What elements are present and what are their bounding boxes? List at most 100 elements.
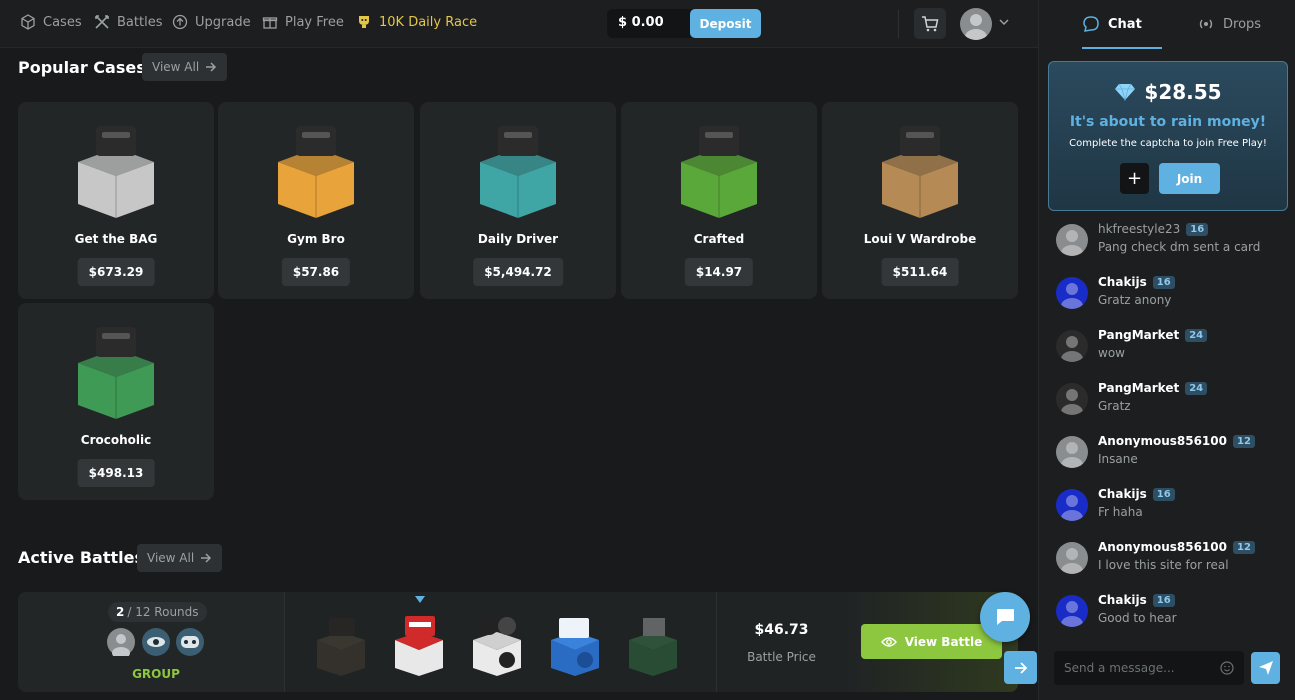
- case-card[interactable]: Crocoholic $498.13: [18, 303, 214, 500]
- user-silhouette-icon: [1061, 336, 1083, 362]
- case-price[interactable]: $511.64: [881, 258, 959, 286]
- case-card[interactable]: Loui V Wardrobe $511.64: [822, 102, 1018, 299]
- nav-cases-label: Cases: [43, 14, 82, 30]
- tab-drops[interactable]: Drops: [1197, 15, 1261, 33]
- case-card[interactable]: Get the BAG $673.29: [18, 102, 214, 299]
- chat-username[interactable]: Chakijs 16: [1098, 487, 1175, 501]
- player-avatar[interactable]: [142, 628, 170, 656]
- deposit-button[interactable]: Deposit: [690, 9, 761, 38]
- diamond-icon: [1115, 83, 1136, 101]
- current-round-marker: [415, 596, 425, 603]
- battle-case-image: [317, 618, 365, 676]
- nav-battles[interactable]: Battles: [94, 14, 162, 30]
- case-price[interactable]: $5,494.72: [473, 258, 563, 286]
- case-price[interactable]: $14.97: [684, 258, 754, 286]
- nav-daily-race[interactable]: 10K Daily Race: [356, 14, 477, 30]
- view-battle-button[interactable]: View Battle: [861, 624, 1002, 659]
- user-silhouette-icon: [1061, 601, 1083, 627]
- player-avatar[interactable]: [176, 628, 204, 656]
- group-label: GROUP: [132, 667, 180, 681]
- chat-username[interactable]: hkfreestyle23 16: [1098, 222, 1209, 236]
- nav-upgrade-label: Upgrade: [195, 14, 251, 30]
- robot-face-icon: [181, 636, 199, 648]
- rounds-current: 2: [116, 605, 125, 619]
- user-silhouette-icon: [112, 634, 130, 659]
- rain-panel: $28.55 It's about to rain money! Complet…: [1048, 61, 1288, 211]
- case-price[interactable]: $673.29: [77, 258, 155, 286]
- case-price[interactable]: $498.13: [77, 459, 155, 487]
- nav-play-free[interactable]: Play Free: [262, 14, 344, 30]
- chat-username[interactable]: Anonymous856100 12: [1098, 540, 1255, 554]
- tab-chat[interactable]: Chat: [1082, 15, 1142, 33]
- chat-bubble-button[interactable]: [980, 592, 1030, 642]
- popular-view-all-button[interactable]: View All: [142, 53, 228, 81]
- case-name: Gym Bro: [287, 232, 345, 246]
- send-button[interactable]: [1251, 652, 1280, 684]
- user-silhouette-icon: [1061, 548, 1083, 574]
- chat-icon: [1083, 16, 1099, 32]
- arrow-right-icon: [1014, 661, 1027, 674]
- chat-avatar[interactable]: [1056, 224, 1088, 256]
- rain-title: It's about to rain money!: [1069, 114, 1267, 130]
- chat-message-text: Fr haha: [1098, 505, 1143, 519]
- case-name: Crafted: [693, 232, 745, 246]
- rain-join-button[interactable]: Join: [1159, 163, 1220, 194]
- chat-message-text: I love this site for real: [1098, 558, 1229, 572]
- level-badge: 16: [1186, 222, 1209, 236]
- rounds-badge: 2 / 12 Rounds: [108, 602, 207, 622]
- balance-value: $ 0.00: [618, 15, 664, 30]
- case-card[interactable]: Daily Driver $5,494.72: [420, 102, 616, 299]
- case-name: Get the BAG: [74, 232, 158, 246]
- trophy-icon: [359, 16, 369, 28]
- chat-username[interactable]: Chakijs 16: [1098, 275, 1175, 289]
- battle-price-box: $46.73 Battle Price: [716, 592, 846, 692]
- tab-drops-label: Drops: [1223, 16, 1262, 32]
- chat-avatar[interactable]: [1056, 489, 1088, 521]
- chat-username-text: hkfreestyle23: [1098, 222, 1181, 236]
- chat-avatar[interactable]: [1056, 595, 1088, 627]
- chat-username[interactable]: Chakijs 16: [1098, 593, 1175, 607]
- chat-message: PangMarket 24 wow: [1056, 328, 1286, 372]
- battle-row[interactable]: 2 / 12 Rounds GROUP $46.73 Battle Price …: [18, 592, 1018, 692]
- chat-avatar[interactable]: [1056, 330, 1088, 362]
- case-box-image: [278, 126, 354, 218]
- player-avatar[interactable]: [107, 628, 135, 659]
- chat-username[interactable]: PangMarket 24: [1098, 328, 1208, 342]
- chat-username-text: Chakijs: [1098, 593, 1147, 607]
- cart-button[interactable]: [914, 8, 946, 39]
- chat-username[interactable]: PangMarket 24: [1098, 381, 1208, 395]
- emoji-icon[interactable]: [1220, 661, 1234, 675]
- level-badge: 12: [1232, 434, 1255, 448]
- chat-avatar[interactable]: [1056, 436, 1088, 468]
- chat-message-text: Insane: [1098, 452, 1138, 466]
- case-box-image: [480, 126, 556, 218]
- broadcast-icon: [1199, 19, 1213, 29]
- case-box-image: [681, 126, 757, 218]
- message-input[interactable]: Send a message...: [1054, 651, 1244, 685]
- chat-username[interactable]: Anonymous856100 12: [1098, 434, 1255, 448]
- battles-view-all-button[interactable]: View All: [137, 544, 223, 572]
- chat-avatar[interactable]: [1056, 542, 1088, 574]
- chat-bubble-icon: [997, 609, 1014, 625]
- chat-avatar[interactable]: [1056, 277, 1088, 309]
- nav-cases[interactable]: Cases: [20, 14, 82, 30]
- user-avatar[interactable]: [960, 8, 992, 40]
- rain-plus-button[interactable]: +: [1120, 163, 1149, 194]
- level-badge: 16: [1152, 487, 1175, 501]
- user-silhouette-icon: [965, 14, 987, 40]
- case-price[interactable]: $57.86: [281, 258, 351, 286]
- nav-upgrade[interactable]: Upgrade: [172, 14, 251, 30]
- chat-message: Chakijs 16 Gratz anony: [1056, 275, 1286, 319]
- rain-subtitle: Complete the captcha to join Free Play!: [1069, 138, 1267, 149]
- case-card[interactable]: Crafted $14.97: [621, 102, 817, 299]
- chevron-down-icon[interactable]: [998, 16, 1010, 28]
- battle-price-value: $46.73: [754, 622, 809, 638]
- collapse-sidebar-button[interactable]: [1004, 651, 1037, 684]
- chat-message: PangMarket 24 Gratz: [1056, 381, 1286, 425]
- chat-username-text: PangMarket: [1098, 381, 1180, 395]
- chat-message: Chakijs 16 Fr haha: [1056, 487, 1286, 531]
- chat-avatar[interactable]: [1056, 383, 1088, 415]
- case-card[interactable]: Gym Bro $57.86: [218, 102, 414, 299]
- chat-username-text: Anonymous856100: [1098, 540, 1227, 554]
- battle-price-label: Battle Price: [747, 650, 816, 664]
